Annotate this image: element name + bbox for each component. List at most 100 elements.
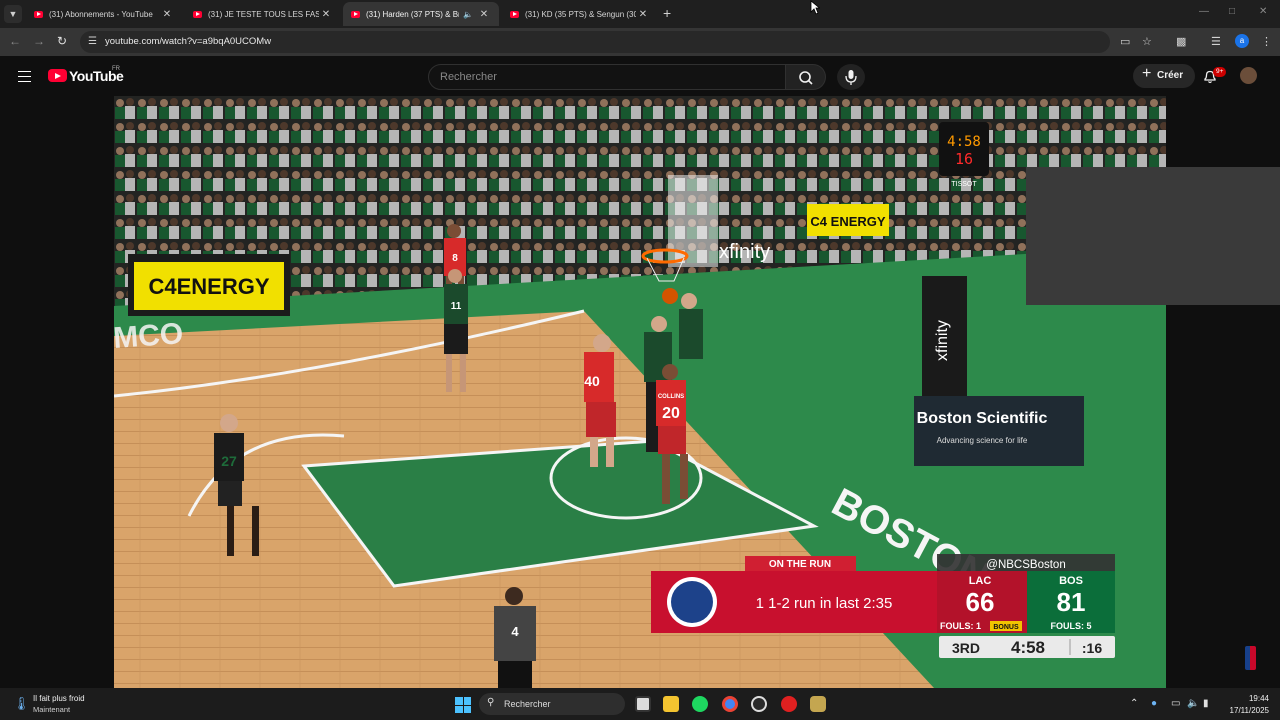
- new-tab-icon[interactable]: +: [663, 5, 671, 21]
- game-clock: 4:58: [1011, 638, 1045, 657]
- search-button[interactable]: [786, 64, 826, 90]
- mouse-cursor-icon: [810, 0, 820, 15]
- nba-logo-icon: [1245, 646, 1256, 670]
- task-view-icon[interactable]: [635, 696, 651, 712]
- close-icon[interactable]: ✕: [319, 9, 333, 20]
- microphone-icon: [845, 70, 857, 85]
- youtube-favicon-icon: [351, 10, 360, 18]
- tab-harden[interactable]: (31) Harden (37 PTS) & Bro 🔈 ✕: [343, 2, 499, 26]
- windows-start-icon[interactable]: [455, 697, 471, 713]
- home-fouls: FOULS: 5: [1050, 621, 1091, 631]
- video-frame: C4ENERGY C4 ENERGY xfinity xfinity Bosto…: [114, 96, 1166, 688]
- tab-title: (31) JE TESTE TOUS LES FAST FO: [208, 9, 319, 19]
- svg-text:4: 4: [511, 624, 519, 639]
- close-icon[interactable]: ✕: [636, 9, 650, 20]
- address-toolbar: ← → ↻ ☰ youtube.com/watch?v=a9bqA0UCOMw …: [0, 28, 1280, 56]
- search-input[interactable]: Rechercher: [428, 64, 786, 90]
- site-info-icon[interactable]: ☰: [88, 36, 97, 47]
- court-mco-text: MCO: [114, 317, 184, 355]
- tab-search-button[interactable]: ▼: [4, 5, 22, 23]
- youtube-logo-icon[interactable]: [48, 69, 67, 82]
- arena-shot-clock: 16: [955, 150, 973, 168]
- create-button[interactable]: + Créer: [1133, 64, 1195, 88]
- tab-title: (31) Harden (37 PTS) & Bro: [366, 9, 460, 19]
- nbcs-handle: @NBCSBoston: [986, 559, 1065, 571]
- weather-subtitle: Maintenant: [33, 705, 71, 714]
- reload-icon[interactable]: ↻: [57, 34, 67, 48]
- quarter: 3RD: [952, 640, 980, 656]
- clippers-logo-icon: [671, 581, 713, 623]
- away-score: 66: [966, 587, 995, 617]
- file-explorer-icon[interactable]: [663, 696, 679, 712]
- game-app-icon[interactable]: [810, 696, 826, 712]
- create-label: Créer: [1157, 70, 1184, 81]
- video-player[interactable]: C4ENERGY C4 ENERGY xfinity xfinity Bosto…: [114, 96, 1166, 688]
- home-score: 81: [1057, 587, 1086, 617]
- webcam-overlay: [1026, 167, 1280, 305]
- volume-icon[interactable]: 🔈: [1187, 698, 1199, 709]
- bookmark-star-icon[interactable]: ☆: [1142, 35, 1152, 48]
- window-close-icon[interactable]: ✕: [1259, 6, 1267, 17]
- run-text: 1 1-2 run in last 2:35: [756, 595, 893, 612]
- svg-text:COLLINS: COLLINS: [658, 394, 684, 400]
- cast-icon[interactable]: ▭: [1120, 35, 1130, 48]
- sponsor-tagline: Advancing science for life: [937, 436, 1028, 445]
- forward-arrow-icon[interactable]: →: [33, 34, 45, 48]
- youtube-favicon-icon: [34, 10, 43, 18]
- voice-search-button[interactable]: [837, 64, 865, 90]
- extensions-icon[interactable]: ▩: [1176, 35, 1186, 48]
- account-avatar[interactable]: [1240, 67, 1257, 84]
- youtube-favicon-icon: [193, 10, 202, 18]
- svg-text:11: 11: [451, 301, 462, 312]
- shot-clock: :16: [1082, 640, 1102, 656]
- tab-kd-sengun[interactable]: (31) KD (35 PTS) & Sengun (30 ✕: [502, 2, 658, 26]
- minimize-icon[interactable]: —: [1199, 6, 1209, 17]
- tab-fast-food[interactable]: (31) JE TESTE TOUS LES FAST FO ✕: [185, 2, 341, 26]
- tab-abonnements[interactable]: (31) Abonnements - YouTube ✕: [26, 2, 182, 26]
- away-team-abbr: LAC: [969, 575, 992, 587]
- steam-icon[interactable]: [751, 696, 767, 712]
- tissot-brand: TISSOT: [951, 181, 977, 188]
- spotify-icon[interactable]: [692, 696, 708, 712]
- youtube-header: YouTube FR Rechercher + Créer 9+: [0, 56, 1280, 96]
- youtube-favicon-icon: [510, 10, 519, 18]
- svg-text:40: 40: [584, 373, 600, 389]
- more-menu-icon[interactable]: ⋮: [1261, 35, 1272, 48]
- system-clock[interactable]: 19:44 17/11/2025: [1225, 693, 1269, 717]
- xfinity-stanchion-text: xfinity: [934, 320, 951, 361]
- weather-title[interactable]: Il fait plus froid: [33, 694, 85, 703]
- network-icon[interactable]: ▭: [1171, 698, 1180, 709]
- media-control-icon[interactable]: ☰: [1211, 35, 1221, 48]
- xfinity-text: xfinity: [719, 241, 770, 263]
- plus-icon: +: [1142, 65, 1152, 82]
- clock-time: 19:44: [1248, 694, 1269, 703]
- close-icon[interactable]: ✕: [160, 9, 174, 20]
- profile-avatar[interactable]: a: [1235, 34, 1249, 48]
- hamburger-menu-icon[interactable]: [18, 71, 31, 82]
- arena-game-clock: 4:58: [947, 134, 981, 150]
- thermometer-icon[interactable]: 🌡: [13, 696, 30, 712]
- maximize-icon[interactable]: □: [1229, 6, 1235, 17]
- home-team-abbr: BOS: [1059, 575, 1083, 587]
- taskbar-search-label: Rechercher: [504, 699, 551, 709]
- close-icon[interactable]: ✕: [477, 9, 491, 20]
- address-bar[interactable]: ☰ youtube.com/watch?v=a9bqA0UCOMw: [80, 31, 1110, 53]
- country-code: FR: [112, 66, 120, 72]
- microphone-icon[interactable]: ●: [1151, 698, 1157, 709]
- away-fouls: FOULS: 1: [940, 621, 981, 631]
- windows-taskbar: 🌡 Il fait plus froid Maintenant ⚲ Recher…: [0, 688, 1280, 720]
- chevron-up-icon[interactable]: ⌃: [1130, 698, 1138, 709]
- battery-icon[interactable]: ▮: [1203, 698, 1209, 709]
- sponsor-name: Boston Scientific: [917, 410, 1048, 427]
- taskbar-search[interactable]: ⚲ Rechercher: [479, 693, 625, 715]
- speaker-icon[interactable]: 🔈: [463, 10, 473, 19]
- back-arrow-icon[interactable]: ←: [9, 34, 21, 48]
- svg-text:20: 20: [662, 405, 680, 422]
- svg-text:C4 ENERGY: C4 ENERGY: [810, 214, 885, 229]
- red-app-icon[interactable]: [781, 696, 797, 712]
- svg-text:C4ENERGY: C4ENERGY: [148, 274, 269, 299]
- bonus-badge: BONUS: [993, 624, 1019, 631]
- chrome-icon[interactable]: [722, 696, 738, 712]
- tab-title: (31) Abonnements - YouTube: [49, 9, 153, 19]
- c4energy-sign-right: C4 ENERGY: [807, 204, 889, 236]
